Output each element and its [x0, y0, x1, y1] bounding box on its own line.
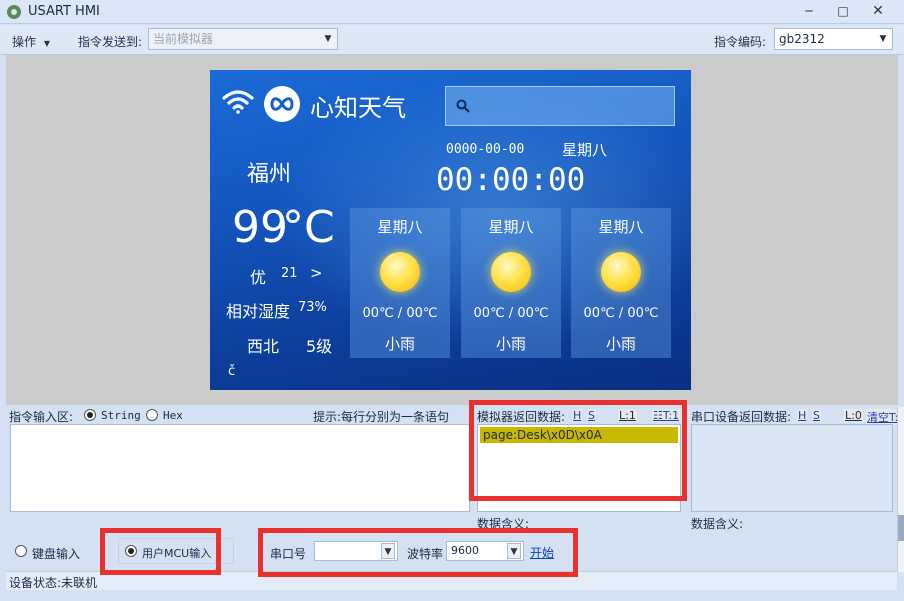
brand-name: 心知天气 — [310, 94, 406, 122]
device-status: 设备状态:未联机 — [9, 576, 98, 590]
forecast-card: 星期八 00℃ / 00℃ 小雨 — [571, 208, 671, 358]
serial-hex-toggle[interactable]: H — [797, 409, 808, 422]
serial-clear-link[interactable]: 清空T: — [866, 409, 900, 425]
port-select[interactable]: ▼ — [314, 541, 398, 561]
keyboard-input-label: 键盘输入 — [32, 547, 81, 561]
toolbar: 操作 ▼ 指令发送到: 当前模拟器 ▼ 指令编码: gb2312 ▼ — [0, 25, 904, 55]
forecast-card: 星期八 00℃ / 00℃ 小雨 — [350, 208, 450, 358]
maximize-button[interactable]: □ — [832, 3, 854, 21]
corner-mark: č — [228, 364, 236, 379]
string-radio-label: String — [101, 409, 141, 422]
forecast-card: 星期八 00℃ / 00℃ 小雨 — [461, 208, 561, 358]
sim-return-label: 模拟器返回数据: — [477, 410, 566, 424]
serial-meaning-label: 数据含义: — [691, 517, 744, 531]
window-title: USART HMI — [28, 4, 100, 19]
start-button[interactable]: 开始 — [530, 544, 554, 561]
encoding-select[interactable]: gb2312 ▼ — [774, 28, 893, 50]
string-radio[interactable] — [84, 409, 96, 421]
serial-line-count: L:0 — [844, 409, 863, 422]
send-to-select[interactable]: 当前模拟器 ▼ — [148, 28, 338, 50]
chevron-down-icon: ▼ — [879, 34, 887, 44]
sun-icon — [601, 252, 641, 292]
date-display: 0000-00-00 — [446, 142, 525, 157]
scrollbar-thumb[interactable] — [898, 515, 904, 541]
wifi-icon — [222, 90, 254, 114]
aqi-value: 21 — [281, 266, 298, 281]
chevron-down-icon: ▼ — [381, 543, 395, 559]
user-mcu-radio[interactable] — [125, 545, 137, 557]
sim-line-count: L:1 — [618, 409, 637, 422]
humidity-label: 相对湿度 — [226, 302, 291, 321]
user-mcu-label: 用户MCU输入 — [142, 547, 212, 560]
hex-radio[interactable] — [146, 409, 158, 421]
send-to-label: 指令发送到: — [78, 35, 143, 49]
scrollbar[interactable] — [897, 407, 904, 572]
aqi-arrow-icon[interactable]: > — [310, 264, 323, 282]
minimize-button[interactable]: ─ — [798, 3, 820, 21]
port-label: 串口号 — [270, 547, 307, 561]
city-name: 福州 — [247, 162, 292, 187]
baud-label: 波特率 — [407, 547, 444, 561]
chevron-down-icon: ▼ — [324, 34, 332, 44]
temperature-value: 99 — [232, 202, 288, 253]
weekday-display: 星期八 — [562, 141, 608, 159]
input-area-label: 指令输入区: — [9, 410, 74, 424]
close-button[interactable]: ✕ — [867, 3, 889, 21]
serial-return-output[interactable] — [691, 424, 893, 512]
sim-clear-link[interactable]: ☷T:1 — [652, 409, 681, 422]
time-display: 00:00:00 — [436, 162, 586, 198]
temperature-unit: °C — [282, 202, 335, 253]
chevron-down-icon: ▼ — [507, 543, 521, 559]
wind-level: 5级 — [306, 337, 333, 356]
app-logo-icon — [7, 5, 21, 19]
title-bar: USART HMI ─ □ ✕ — [0, 0, 904, 24]
baud-select[interactable]: 9600 ▼ — [446, 541, 524, 561]
operation-menu[interactable]: 操作 ▼ — [12, 33, 50, 50]
aqi-level: 优 — [250, 268, 267, 287]
infinity-logo-icon — [264, 86, 300, 122]
chevron-down-icon: ▼ — [43, 39, 50, 48]
simulator-canvas: 心知天气 福州 0000-00-00 星期八 00:00:00 99 °C 优 … — [6, 55, 898, 405]
sun-icon — [491, 252, 531, 292]
status-bar: 设备状态:未联机 — [6, 571, 897, 590]
search-icon — [456, 99, 470, 113]
sun-icon — [380, 252, 420, 292]
serial-string-toggle[interactable]: S — [812, 409, 821, 422]
hex-radio-label: Hex — [163, 409, 183, 422]
command-input[interactable] — [10, 424, 470, 512]
serial-settings: 串口号 ▼ 波特率 9600 ▼ 开始 — [262, 533, 574, 573]
sim-hex-toggle[interactable]: H — [572, 409, 583, 422]
sim-return-output[interactable]: page:Desk\x0D\x0A — [477, 424, 681, 512]
keyboard-input-radio[interactable] — [15, 545, 27, 557]
input-hint: 提示:每行分别为一条语句 — [313, 410, 450, 424]
device-screen[interactable]: 心知天气 福州 0000-00-00 星期八 00:00:00 99 °C 优 … — [210, 70, 691, 390]
wind-direction: 西北 — [247, 337, 280, 356]
humidity-value: 73% — [298, 300, 327, 315]
serial-return-label: 串口设备返回数据: — [691, 410, 792, 424]
sim-meaning-label: 数据含义: — [477, 517, 530, 531]
encoding-label: 指令编码: — [714, 35, 767, 49]
device-search-box[interactable] — [445, 86, 675, 126]
sim-return-line[interactable]: page:Desk\x0D\x0A — [480, 427, 678, 443]
sim-string-toggle[interactable]: S — [587, 409, 596, 422]
